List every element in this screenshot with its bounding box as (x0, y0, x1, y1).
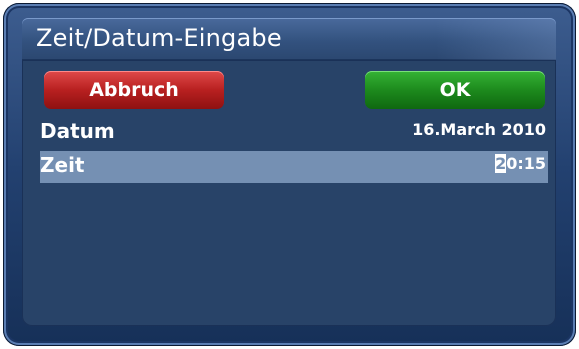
dialog-title: Zeit/Datum-Eingabe (36, 24, 282, 52)
date-row[interactable]: Datum 16.March 2010 (40, 117, 548, 149)
date-label: Datum (40, 119, 115, 143)
ok-button[interactable]: OK (365, 71, 545, 109)
cancel-button-label: Abbruch (89, 79, 179, 101)
time-row[interactable]: Zeit 20:15 (40, 151, 548, 183)
cancel-button[interactable]: Abbruch (44, 71, 224, 109)
time-label: Zeit (40, 153, 85, 177)
time-value-rest: 0:15 (506, 154, 546, 173)
date-value: 16.March 2010 (412, 120, 546, 139)
ok-button-label: OK (439, 79, 471, 101)
time-value[interactable]: 20:15 (495, 154, 546, 173)
text-cursor: 2 (495, 154, 507, 173)
